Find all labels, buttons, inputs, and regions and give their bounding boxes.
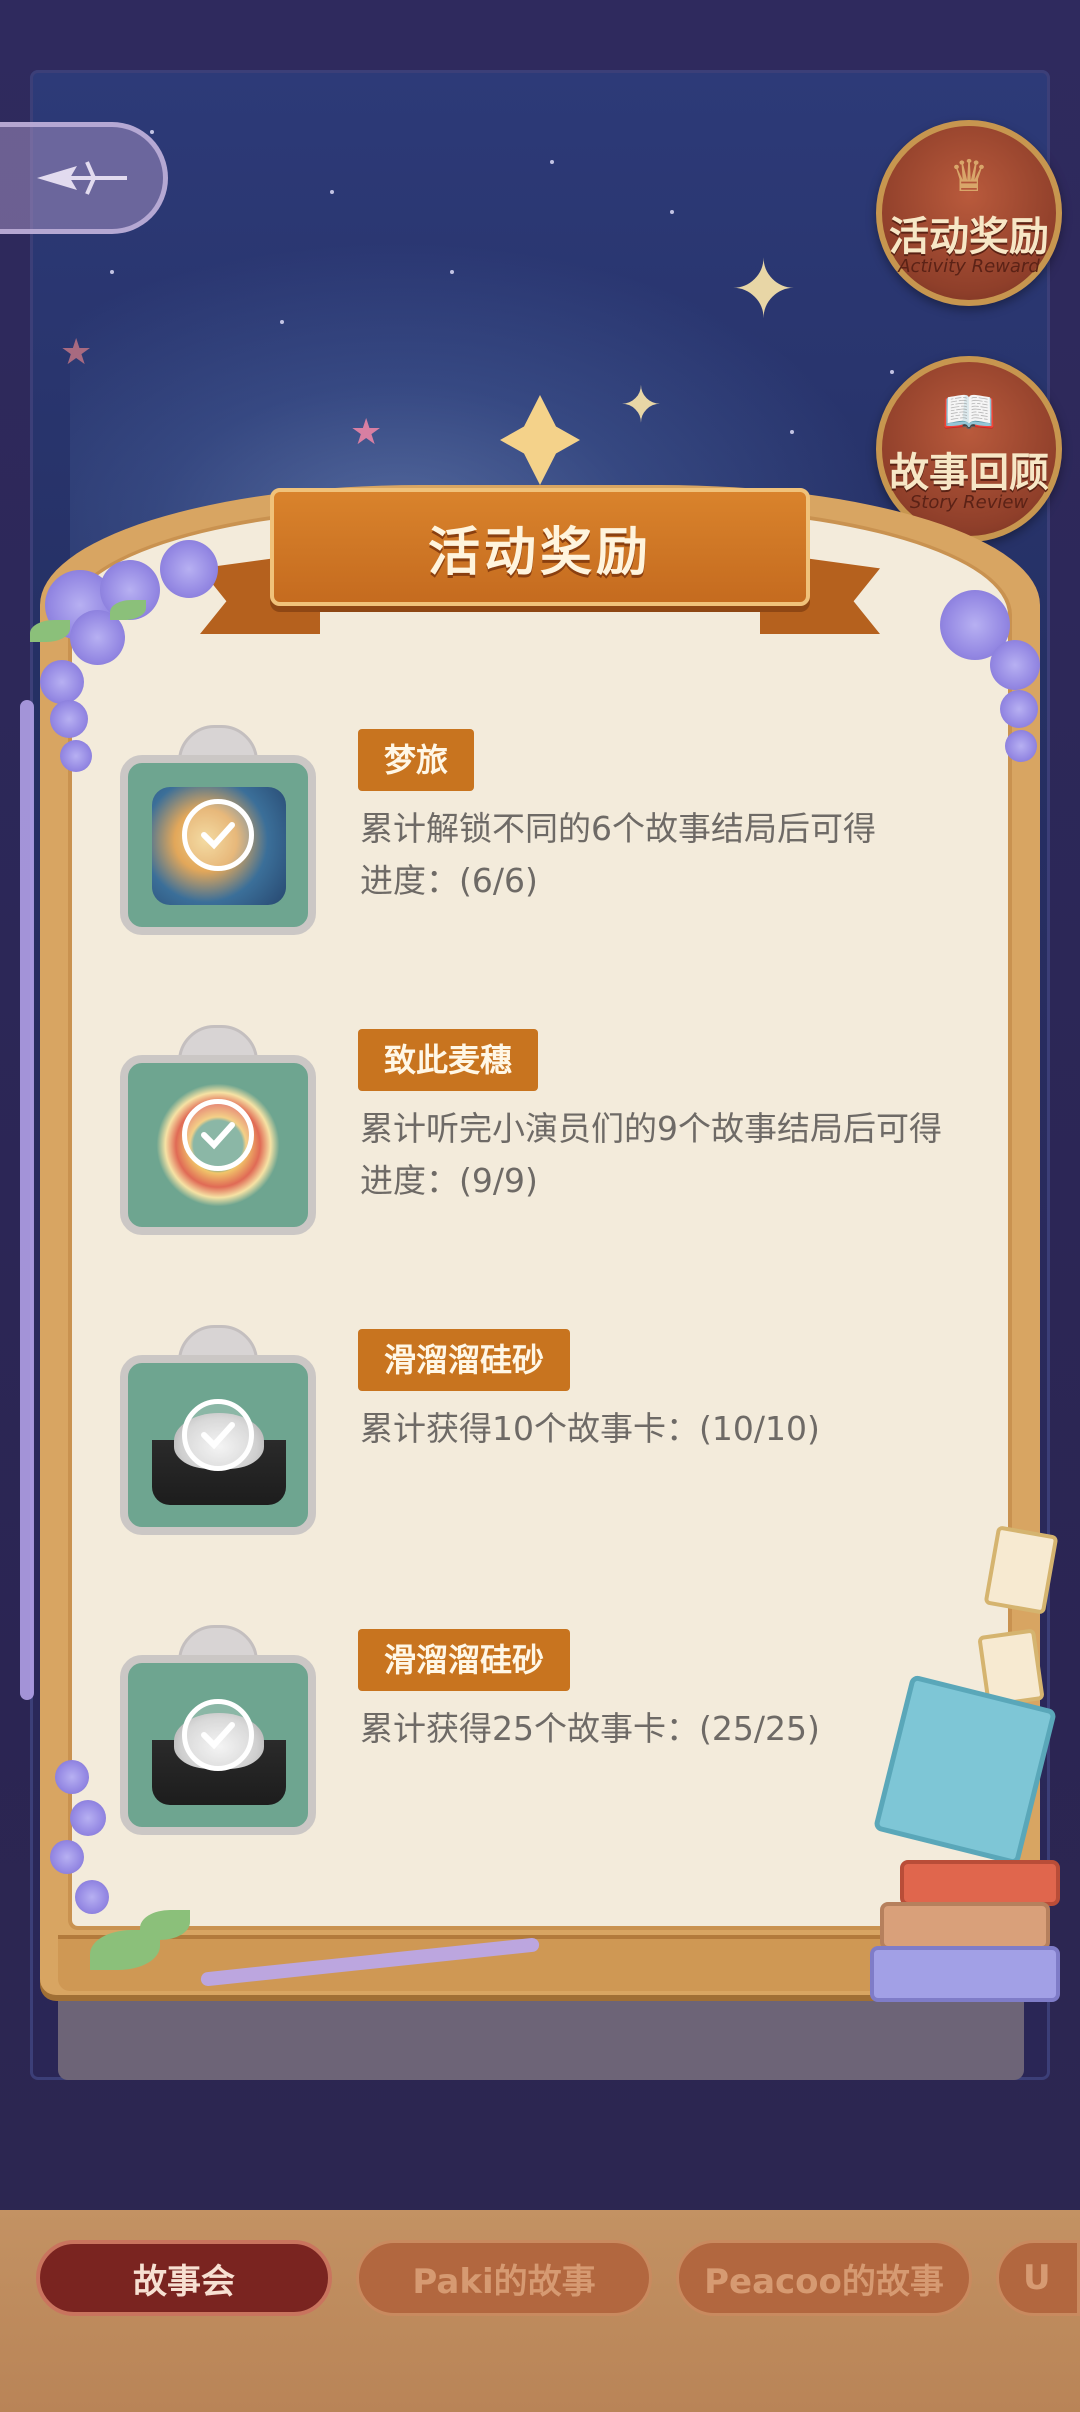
activity-reward-button[interactable]: ♛ 活动奖励 Activity Reward [876, 120, 1062, 306]
claimed-check-icon [182, 1399, 254, 1471]
tab-u-story[interactable]: U [996, 2240, 1080, 2316]
star-icon: ★ [350, 412, 383, 453]
star-icon: ★ [60, 332, 93, 373]
sparkle-icon: ✦ [620, 376, 662, 434]
back-arrow-icon [36, 161, 127, 195]
claimed-check-icon [182, 799, 254, 871]
tab-bar: 故事会 Paki的故事 Peacoo的故事 U [0, 2210, 1080, 2412]
reward-gift-icon [120, 1325, 316, 1535]
reward-requirement: 累计获得10个故事卡：(10/10) [360, 1409, 820, 1448]
activity-reward-sublabel: Activity Reward [898, 255, 1040, 277]
reward-requirement: 累计听完小演员们的9个故事结局后可得 [360, 1109, 942, 1148]
story-review-label: 故事回顾 [889, 449, 1049, 496]
reward-gift-icon [120, 1625, 316, 1835]
activity-reward-label: 活动奖励 [889, 213, 1049, 260]
reward-description: 累计解锁不同的6个故事结局后可得 进度：(6/6) [360, 803, 1010, 907]
tab-label: Paki的故事 [412, 2261, 596, 2302]
panel-shadow [58, 1990, 1024, 2080]
story-review-sublabel: Story Review [909, 491, 1029, 513]
reward-name: 滑溜溜硅砂 [358, 1629, 571, 1691]
tab-label: 故事会 [133, 2261, 235, 2302]
tab-peacoo-story[interactable]: Peacoo的故事 [676, 2240, 972, 2316]
back-button[interactable] [0, 122, 168, 234]
tab-paki-story[interactable]: Paki的故事 [356, 2240, 652, 2316]
reward-requirement: 累计解锁不同的6个故事结局后可得 [360, 809, 876, 848]
reward-description: 累计听完小演员们的9个故事结局后可得 进度：(9/9) [360, 1103, 1010, 1207]
claimed-check-icon [182, 1099, 254, 1171]
reward-description: 累计获得10个故事卡：(10/10) [360, 1403, 1010, 1455]
panel-title-banner: 活动奖励 [270, 488, 810, 606]
reward-name: 梦旅 [358, 729, 475, 791]
reward-progress: 进度：(9/9) [360, 1161, 538, 1200]
reward-gift-icon [120, 1025, 316, 1235]
book-icon: 📖 [941, 386, 997, 438]
tab-label: Peacoo的故事 [704, 2261, 944, 2302]
reward-progress: 进度：(6/6) [360, 861, 538, 900]
reward-name: 致此麦穗 [358, 1029, 539, 1091]
reward-name: 滑溜溜硅砂 [358, 1329, 571, 1391]
reward-gift-icon [120, 725, 316, 935]
tab-label: U [1023, 2258, 1051, 2298]
crown-icon: ♛ [949, 150, 989, 202]
panel-title: 活动奖励 [427, 522, 652, 583]
tab-story-meeting[interactable]: 故事会 [36, 2240, 332, 2316]
claimed-check-icon [182, 1699, 254, 1771]
sparkle-icon: ✦ [730, 243, 798, 336]
ribbon-streamer [20, 700, 34, 1700]
